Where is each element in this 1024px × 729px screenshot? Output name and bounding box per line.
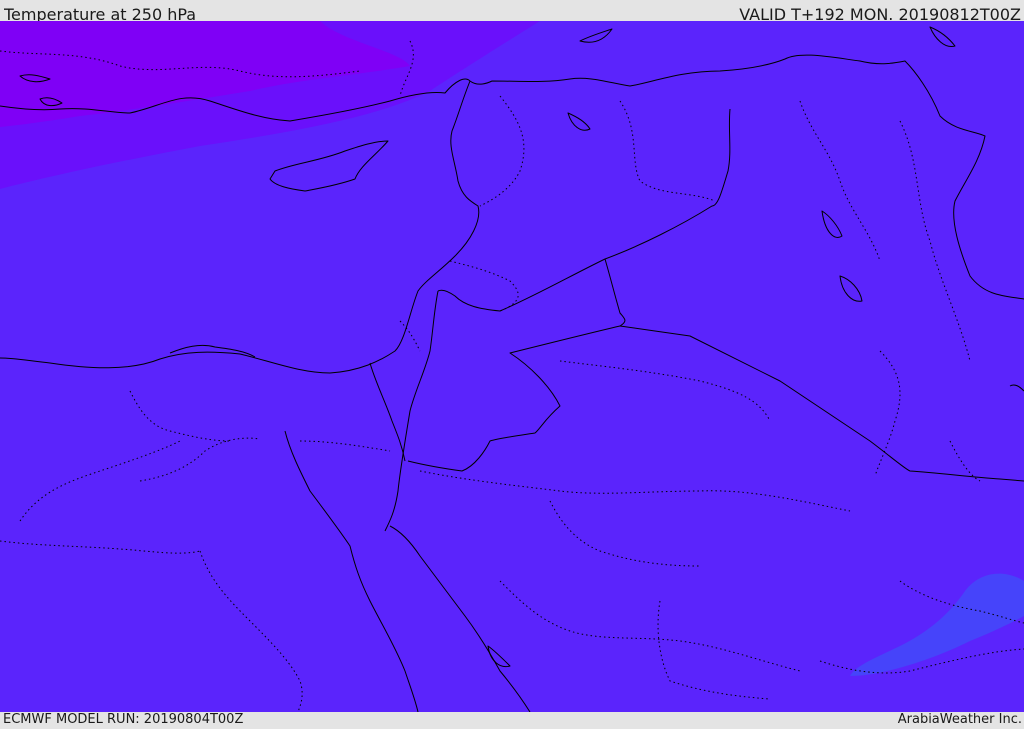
credit-label: ArabiaWeather Inc. <box>897 712 1022 727</box>
chart-title: Temperature at 250 hPa <box>4 5 197 21</box>
temperature-map <box>0 21 1024 712</box>
model-run-label: ECMWF MODEL RUN: 20190804T00Z <box>3 712 244 727</box>
valid-time-label: VALID T+192 MON. 20190812T00Z <box>739 5 1021 21</box>
map-panel: Temperature at 250 hPa VALID T+192 MON. … <box>0 0 1024 729</box>
